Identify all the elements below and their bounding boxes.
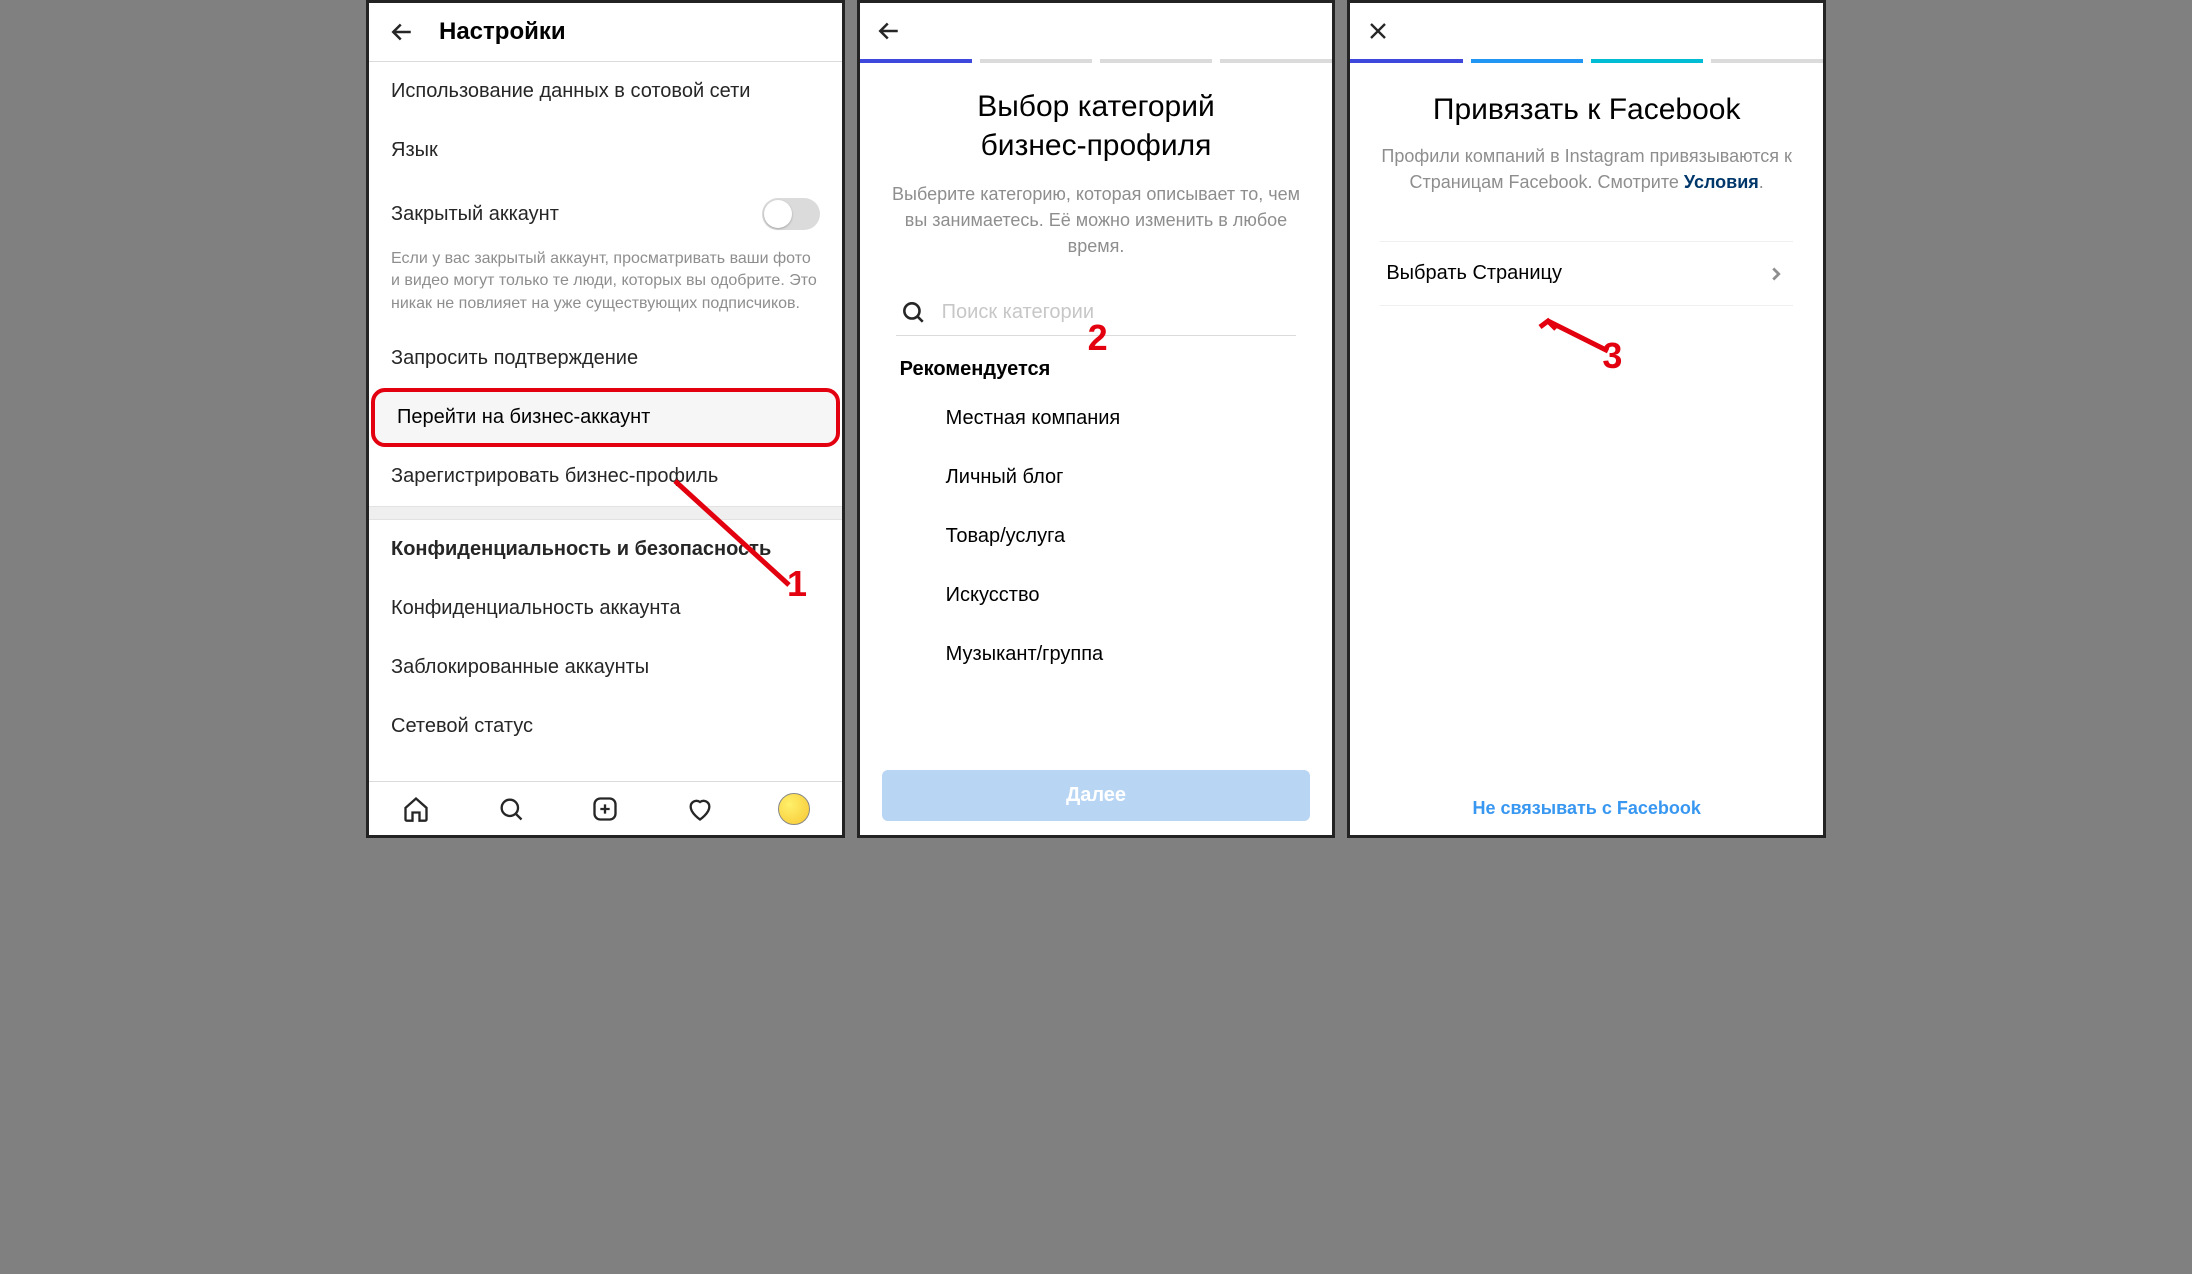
category-item[interactable]: Местная компания (890, 389, 1303, 448)
back-icon[interactable] (387, 17, 417, 47)
annotation-number-3: 3 (1602, 335, 1622, 377)
home-icon[interactable] (400, 793, 432, 825)
three-phone-layout: Настройки Использование данных в сотовой… (366, 0, 1826, 838)
private-account-help: Если у вас закрытый аккаунт, просматрива… (369, 248, 842, 329)
section-header-privacy: Конфиденциальность и безопасность (369, 520, 842, 579)
bottom-tab-bar (369, 781, 842, 835)
choose-page-row[interactable]: Выбрать Страницу (1380, 241, 1793, 306)
category-item[interactable]: Музыкант/группа (890, 625, 1303, 684)
next-button[interactable]: Далее (882, 770, 1311, 821)
settings-item-private-account[interactable]: Закрытый аккаунт (369, 180, 842, 248)
search-icon (900, 299, 926, 325)
add-post-icon[interactable] (589, 793, 621, 825)
section-divider (369, 506, 842, 520)
search-tab-icon[interactable] (495, 793, 527, 825)
category-title: Выбор категорий бизнес-профиля (890, 87, 1303, 165)
settings-header: Настройки (369, 3, 842, 62)
settings-item-request-verification[interactable]: Запросить подтверждение (369, 329, 842, 388)
recommended-header: Рекомендуется (890, 336, 1303, 389)
phone-facebook: Привязать к Facebook Профили компаний в … (1347, 0, 1826, 838)
settings-item-network-status[interactable]: Сетевой статус (369, 697, 842, 756)
category-subtitle: Выберите категорию, которая описывает то… (890, 181, 1303, 259)
profile-avatar-icon[interactable] (778, 793, 810, 825)
category-header (860, 3, 1333, 59)
category-title-line2: бизнес-профиля (981, 129, 1212, 162)
skip-facebook-link[interactable]: Не связывать с Facebook (1350, 798, 1823, 819)
facebook-header (1350, 3, 1823, 59)
category-item[interactable]: Личный блог (890, 448, 1303, 507)
category-search-input[interactable] (942, 301, 1293, 324)
settings-item-blocked-accounts[interactable]: Заблокированные аккаунты (369, 638, 842, 697)
category-search[interactable] (896, 289, 1297, 336)
close-icon[interactable] (1364, 17, 1392, 45)
settings-list: Использование данных в сотовой сети Язык… (369, 62, 842, 781)
chevron-right-icon (1765, 263, 1787, 285)
choose-page-label: Выбрать Страницу (1386, 262, 1562, 285)
settings-title: Настройки (439, 18, 566, 46)
phone-settings: Настройки Использование данных в сотовой… (366, 0, 845, 838)
settings-item-switch-business[interactable]: Перейти на бизнес-аккаунт (371, 388, 840, 447)
category-list: Местная компания Личный блог Товар/услуг… (890, 389, 1303, 684)
activity-heart-icon[interactable] (684, 793, 716, 825)
settings-item-data-usage[interactable]: Использование данных в сотовой сети (369, 62, 842, 121)
category-body: Выбор категорий бизнес-профиля Выберите … (860, 63, 1333, 684)
facebook-sub-tail: . (1759, 172, 1764, 192)
avatar (778, 793, 810, 825)
settings-item-language[interactable]: Язык (369, 121, 842, 180)
back-icon[interactable] (874, 16, 904, 46)
category-title-line1: Выбор категорий (977, 90, 1215, 123)
terms-link[interactable]: Условия (1684, 172, 1759, 192)
settings-item-account-privacy[interactable]: Конфиденциальность аккаунта (369, 579, 842, 638)
category-item[interactable]: Товар/услуга (890, 507, 1303, 566)
private-account-label: Закрытый аккаунт (391, 203, 559, 226)
facebook-body: Привязать к Facebook Профили компаний в … (1350, 63, 1823, 306)
settings-item-register-business[interactable]: Зарегистрировать бизнес-профиль (369, 447, 842, 506)
private-account-toggle[interactable] (762, 198, 820, 230)
facebook-title: Привязать к Facebook (1380, 93, 1793, 127)
category-item[interactable]: Искусство (890, 566, 1303, 625)
facebook-subtitle: Профили компаний в Instagram привязывают… (1380, 143, 1793, 195)
phone-category: Выбор категорий бизнес-профиля Выберите … (857, 0, 1336, 838)
